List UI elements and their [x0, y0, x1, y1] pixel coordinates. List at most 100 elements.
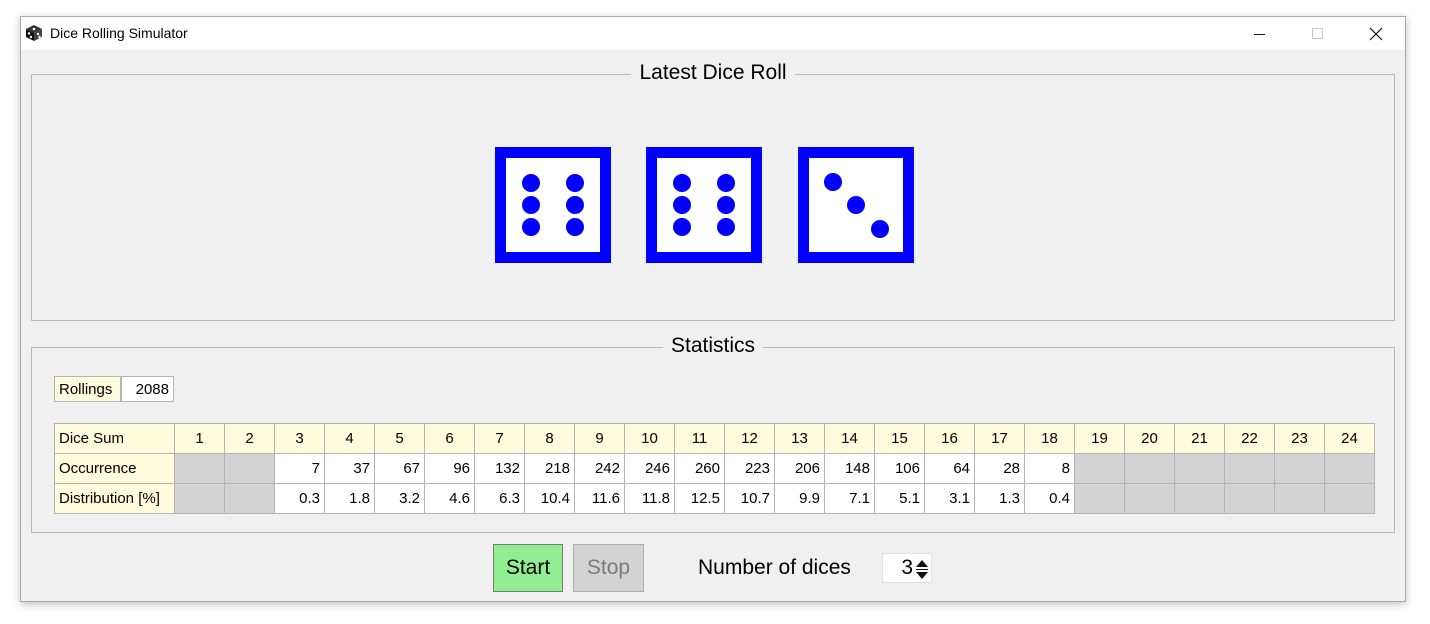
occurrence-row-cell: 242	[574, 453, 625, 484]
dice-sum-row-cell: 1	[174, 423, 225, 454]
distribution-row-cell: 1.3	[974, 483, 1025, 514]
occurrence-row-cell: 28	[974, 453, 1025, 484]
dice-sum-row-cell: 20	[1124, 423, 1175, 454]
distribution-row-cell: 3.1	[924, 483, 975, 514]
dice-sum-row-cell: 2	[224, 423, 275, 454]
occurrence-row-cell: 260	[674, 453, 725, 484]
distribution-row-cell: 10.4	[524, 483, 575, 514]
die-pip	[847, 196, 865, 214]
die-pip	[716, 217, 735, 236]
occurrence-row-cell	[1224, 453, 1275, 484]
dice-sum-row-cell: 16	[924, 423, 975, 454]
distribution-row-cell: 11.6	[574, 483, 625, 514]
die-pip	[870, 219, 889, 238]
distribution-row-cell: 11.8	[624, 483, 675, 514]
dice-sum-row-cell: 13	[774, 423, 825, 454]
distribution-row-cell	[1174, 483, 1225, 514]
distribution-row-cell: 7.1	[824, 483, 875, 514]
statistics-table: Dice Sum 1 2 3 4 5 6 7 8 9 10 11 12 13 14 15 16 17 18 19 20 2…	[54, 423, 1375, 514]
occurrence-row-cell: 206	[774, 453, 825, 484]
start-button[interactable]: Start	[493, 544, 563, 592]
die-pip	[823, 172, 842, 191]
dice-sum-row-cell: 9	[574, 423, 625, 454]
distribution-row-cell	[1324, 483, 1375, 514]
distribution-row-label: Distribution [%]	[54, 483, 175, 514]
distribution-row-cell: 4.6	[424, 483, 475, 514]
occurrence-row-cell: 106	[874, 453, 925, 484]
rollings-label: Rollings	[54, 376, 121, 402]
dice-sum-row-cell: 22	[1224, 423, 1275, 454]
close-button[interactable]	[1347, 17, 1405, 50]
die-pip	[565, 217, 584, 236]
dice-count-value: 3	[901, 556, 913, 579]
dice-count-label: Number of dices	[698, 556, 851, 579]
distribution-row-cell	[1124, 483, 1175, 514]
die-2	[646, 147, 762, 263]
die-pip	[565, 174, 584, 193]
dice-sum-row-cell: 23	[1274, 423, 1325, 454]
dice-icon	[25, 24, 43, 42]
dice-sum-row-cell: 6	[424, 423, 475, 454]
occurrence-row: Occurrence 7 37 67 96 132 218 242 246 260 223 206 14…	[54, 453, 1375, 484]
die-3	[798, 147, 914, 263]
occurrence-row-cell	[224, 453, 275, 484]
occurrence-row-cell	[174, 453, 225, 484]
dice-sum-row-cell: 8	[524, 423, 575, 454]
occurrence-row-cell: 148	[824, 453, 875, 484]
dice-sum-row-cell: 19	[1074, 423, 1125, 454]
distribution-row-cell: 10.7	[724, 483, 775, 514]
die-pip	[522, 217, 541, 236]
dice-sum-row-cell: 15	[874, 423, 925, 454]
die-pip	[522, 174, 541, 193]
dice-sum-row-cell: 5	[374, 423, 425, 454]
dice-sum-row-cell: 14	[824, 423, 875, 454]
distribution-row-cell	[224, 483, 275, 514]
distribution-row-cell: 9.9	[774, 483, 825, 514]
dice-sum-row-label: Dice Sum	[54, 423, 175, 454]
occurrence-row-cell: 67	[374, 453, 425, 484]
distribution-row-cell	[1274, 483, 1325, 514]
dice-sum-row: Dice Sum 1 2 3 4 5 6 7 8 9 10 11 12 13 14 15 16 17 18 19 20 2…	[54, 423, 1375, 454]
dice-sum-row-cell: 7	[474, 423, 525, 454]
dice-sum-row-cell: 12	[724, 423, 775, 454]
occurrence-row-cell	[1124, 453, 1175, 484]
occurrence-row-cell	[1174, 453, 1225, 484]
distribution-row-cell: 1.8	[324, 483, 375, 514]
app-window: Dice Rolling Simulator Latest Dice Roll …	[20, 16, 1406, 602]
close-icon	[1369, 27, 1383, 40]
die-pip	[716, 196, 735, 214]
rollings-value: 2088	[121, 376, 174, 402]
occurrence-row-cell: 8	[1024, 453, 1075, 484]
occurrence-row-cell: 37	[324, 453, 375, 484]
distribution-row-cell: 12.5	[674, 483, 725, 514]
distribution-row-cell: 5.1	[874, 483, 925, 514]
distribution-row-cell: 3.2	[374, 483, 425, 514]
dice-count-spinner[interactable]: 3	[882, 553, 932, 583]
title-bar: Dice Rolling Simulator	[21, 17, 1405, 50]
distribution-row-cell	[1074, 483, 1125, 514]
spinner-arrows-icon[interactable]	[915, 557, 929, 581]
minimize-icon	[1254, 33, 1265, 35]
distribution-row: Distribution [%] 0.3 1.8 3.2 4.6 6.3 10.4 11.6 1…	[54, 483, 1375, 514]
die-pip	[673, 217, 692, 236]
die-pip	[673, 196, 692, 214]
occurrence-row-label: Occurrence	[54, 453, 175, 484]
occurrence-row-cell	[1324, 453, 1375, 484]
die-pip	[716, 174, 735, 193]
occurrence-row-cell	[1074, 453, 1125, 484]
latest-roll-title: Latest Dice Roll	[631, 61, 795, 84]
distribution-row-cell: 0.4	[1024, 483, 1075, 514]
occurrence-row-cell: 246	[624, 453, 675, 484]
maximize-button[interactable]	[1289, 17, 1347, 50]
dice-sum-row-cell: 17	[974, 423, 1025, 454]
occurrence-row-cell: 132	[474, 453, 525, 484]
dice-sum-row-cell: 18	[1024, 423, 1075, 454]
distribution-row-cell: 6.3	[474, 483, 525, 514]
window-title: Dice Rolling Simulator	[50, 25, 188, 41]
dice-sum-row-cell: 10	[624, 423, 675, 454]
stop-button[interactable]: Stop	[573, 544, 644, 592]
occurrence-row-cell	[1274, 453, 1325, 484]
occurrence-row-cell: 7	[274, 453, 325, 484]
die-pip	[673, 174, 692, 193]
minimize-button[interactable]	[1231, 17, 1289, 50]
